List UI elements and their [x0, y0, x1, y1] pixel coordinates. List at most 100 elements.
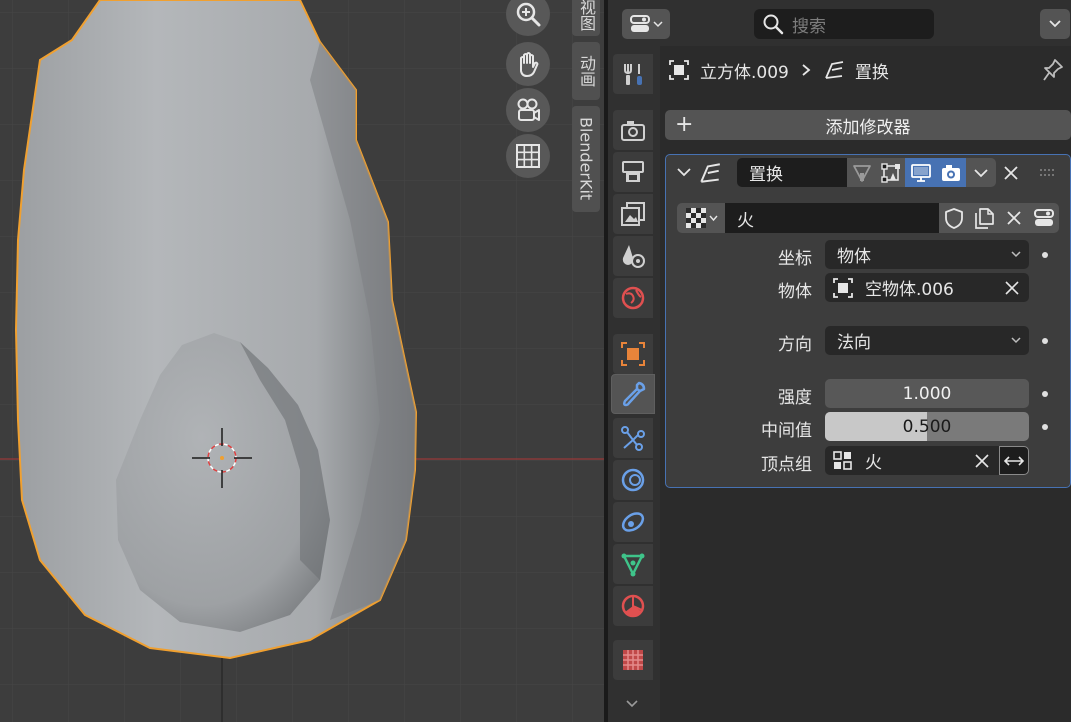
- add-modifier-button[interactable]: + 添加修改器: [665, 110, 1071, 140]
- grid-icon: [516, 144, 540, 168]
- tab-view-layer[interactable]: [613, 194, 653, 234]
- camera-view-button[interactable]: [506, 88, 550, 132]
- tab-world[interactable]: [613, 278, 653, 318]
- direction-dropdown[interactable]: 法向: [825, 326, 1029, 355]
- pan-button[interactable]: [506, 42, 550, 86]
- add-modifier-label: 添加修改器: [825, 117, 911, 138]
- close-icon[interactable]: [1004, 280, 1020, 296]
- shield-icon: [945, 208, 963, 229]
- hand-icon: [520, 52, 539, 77]
- breadcrumb-object-name: 立方体.009: [700, 62, 789, 83]
- vertex-group-value: 火: [865, 453, 882, 473]
- edit-mode-icon: [852, 164, 871, 182]
- keyframe-dot[interactable]: [1042, 252, 1048, 258]
- fake-user-toggle[interactable]: [939, 203, 969, 233]
- object-icon: [669, 60, 689, 80]
- particles-icon: [621, 426, 645, 451]
- on-cage-toggle[interactable]: [876, 158, 905, 187]
- wrench-icon: [622, 381, 646, 407]
- scene-icon: [622, 245, 645, 268]
- chevron-down-icon: [1049, 20, 1061, 28]
- displace-modifier-icon: [825, 61, 844, 79]
- sidebar-tab-animation[interactable]: 动画: [572, 42, 600, 100]
- close-icon[interactable]: [974, 453, 990, 469]
- vertex-group-field[interactable]: 火: [825, 446, 999, 475]
- editor-type-button[interactable]: [622, 9, 670, 39]
- chevron-down-icon: [974, 168, 988, 177]
- vertex-group-icon: [833, 450, 852, 470]
- on-cage-icon: [880, 162, 900, 183]
- sidebar-tab-blenderkit-label: BlenderKit: [576, 117, 596, 201]
- properties-header: 搜索: [608, 0, 1071, 46]
- keyframe-dot[interactable]: [1042, 424, 1048, 430]
- coords-value: 物体: [837, 247, 871, 267]
- plus-icon: +: [675, 112, 694, 137]
- texture-browse-button[interactable]: [677, 203, 725, 233]
- new-texture-button[interactable]: [969, 203, 999, 233]
- vertex-group-label: 顶点组: [761, 455, 812, 475]
- keyframe-dot[interactable]: [1042, 338, 1048, 344]
- tab-scene[interactable]: [613, 236, 653, 276]
- tab-output[interactable]: [613, 152, 653, 192]
- modifier-name-text: 置换: [749, 165, 783, 185]
- zoom-icon: [516, 2, 541, 27]
- search-input[interactable]: 搜索: [754, 9, 934, 39]
- tab-data[interactable]: [613, 544, 653, 584]
- sidebar-tab-animation-label: 动画: [577, 55, 596, 87]
- edit-mode-toggle[interactable]: [847, 158, 876, 187]
- tab-physics[interactable]: [613, 460, 653, 500]
- modifier-menu-button[interactable]: [966, 158, 996, 187]
- pin-icon[interactable]: [1042, 58, 1064, 82]
- viewport-display-toggle[interactable]: [905, 158, 936, 187]
- close-icon[interactable]: [1002, 164, 1020, 182]
- tab-tool[interactable]: [613, 54, 653, 94]
- tab-material[interactable]: [613, 586, 653, 626]
- selected-mesh[interactable]: [14, 0, 418, 660]
- world-icon: [621, 286, 645, 310]
- tab-render[interactable]: [613, 110, 653, 150]
- texture-properties-button[interactable]: [1029, 203, 1059, 233]
- midlevel-label: 中间值: [761, 421, 812, 441]
- chevron-down-icon[interactable]: [624, 698, 640, 710]
- physics-icon: [621, 468, 645, 492]
- unlink-texture-button[interactable]: [999, 203, 1029, 233]
- 3d-viewport[interactable]: 视图 动画 BlenderKit: [0, 0, 604, 722]
- object-field[interactable]: 空物体.006: [825, 273, 1029, 302]
- tab-modifiers[interactable]: [611, 374, 655, 414]
- strength-value: 1.000: [902, 383, 952, 404]
- constraints-icon: [621, 512, 645, 532]
- render-toggle[interactable]: [936, 158, 966, 187]
- chevron-down-icon: [1011, 337, 1021, 344]
- breadcrumb: 立方体.009 置换: [668, 56, 889, 84]
- breadcrumb-modifier-name: 置换: [854, 62, 889, 83]
- drag-handle-icon[interactable]: [1039, 168, 1057, 178]
- tab-texture[interactable]: [613, 640, 653, 680]
- keyframe-dot[interactable]: [1042, 391, 1048, 397]
- sidebar-tab-view[interactable]: 视图: [572, 0, 600, 36]
- properties-editor-icon: [1034, 209, 1054, 226]
- modifier-properties: 立方体.009 置换 + 添加修改器 置换 火 坐标 物体 物体 空物体.006…: [660, 46, 1071, 722]
- strength-label: 强度: [778, 388, 812, 408]
- direction-label: 方向: [778, 335, 812, 355]
- texture-icon: [623, 650, 643, 670]
- tab-constraints[interactable]: [613, 502, 653, 542]
- midlevel-value: 0.500: [902, 416, 952, 437]
- material-icon: [621, 594, 645, 618]
- invert-vertex-group-toggle[interactable]: [999, 446, 1029, 475]
- texture-name-field[interactable]: 火: [725, 203, 939, 233]
- tab-particles[interactable]: [613, 418, 653, 458]
- options-dropdown-button[interactable]: [1040, 9, 1070, 39]
- ortho-toggle-button[interactable]: [506, 134, 550, 178]
- camera-icon: [942, 164, 960, 181]
- chevron-right-icon: [802, 64, 811, 76]
- coords-dropdown[interactable]: 物体: [825, 240, 1029, 269]
- strength-field[interactable]: 1.000: [825, 379, 1029, 408]
- sidebar-tab-blenderkit[interactable]: BlenderKit: [572, 106, 600, 212]
- tab-object[interactable]: [613, 334, 653, 374]
- midlevel-slider[interactable]: 0.500: [825, 412, 1029, 441]
- mesh-data-icon: [621, 553, 645, 577]
- chevron-down-icon: [1011, 251, 1021, 258]
- collapse-chevron-icon[interactable]: [676, 165, 692, 179]
- view-layer-icon: [621, 202, 645, 226]
- modifier-name-field[interactable]: 置换: [737, 158, 847, 187]
